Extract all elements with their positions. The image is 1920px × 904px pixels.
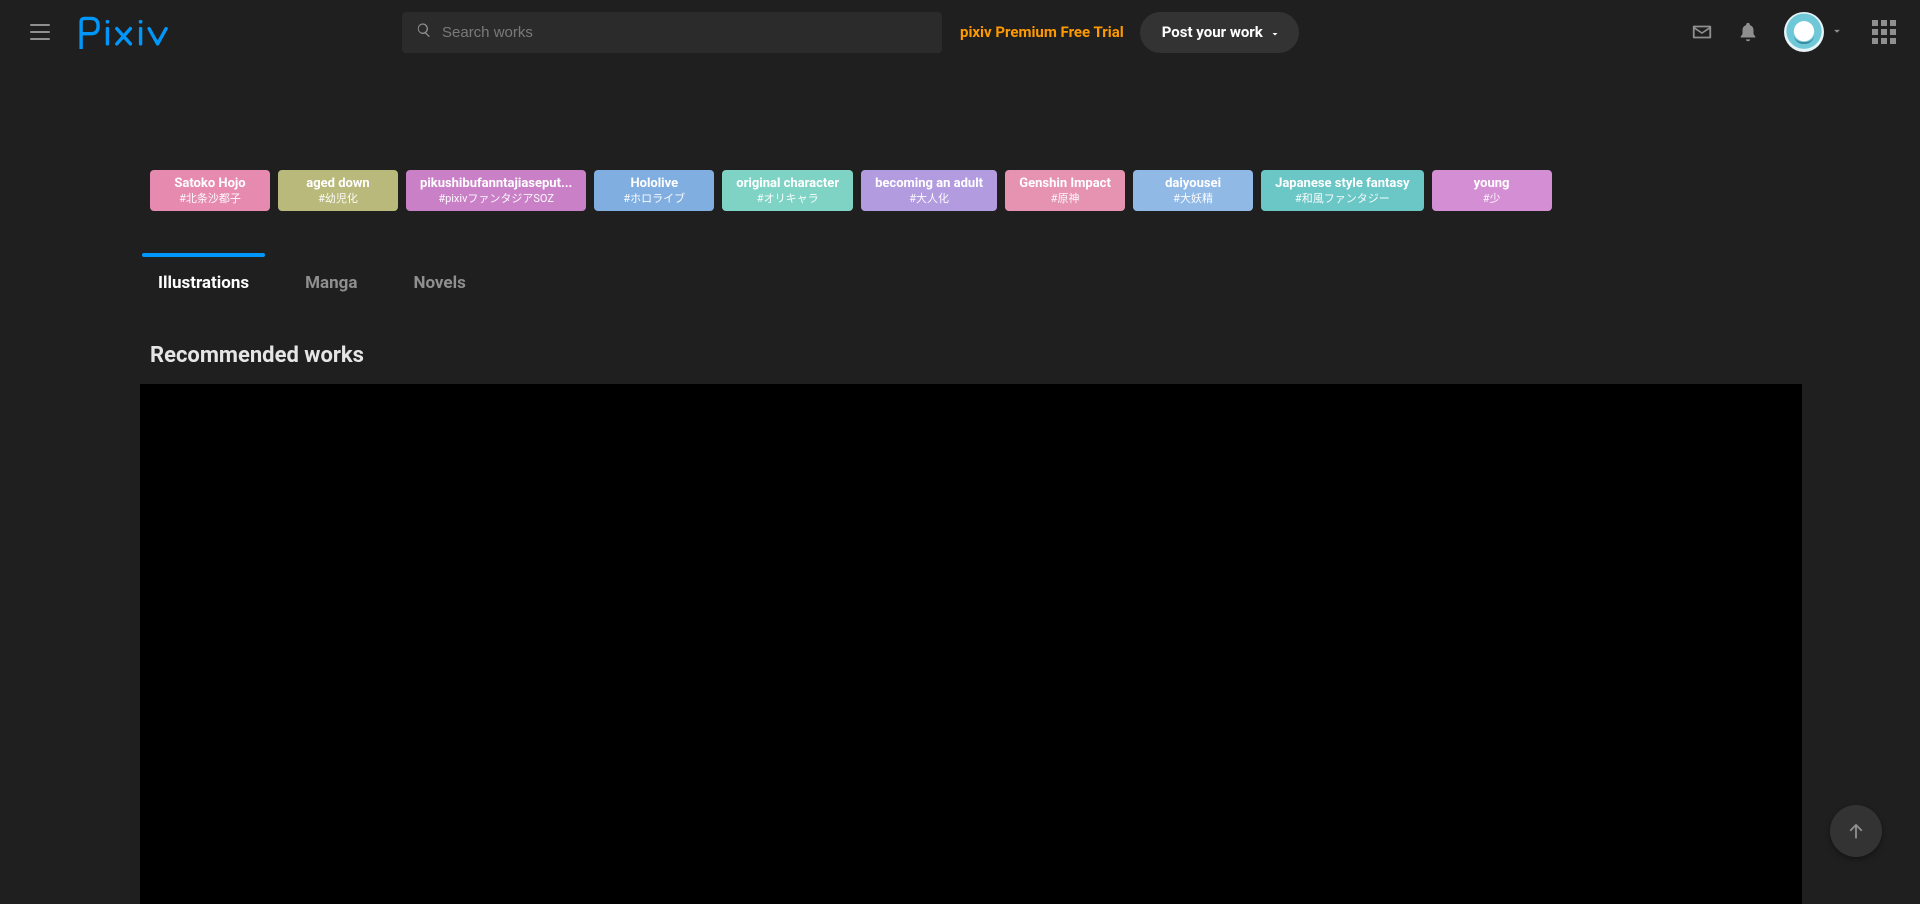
apps-grid-icon[interactable] <box>1866 14 1902 50</box>
tag-label: becoming an adult <box>875 176 983 192</box>
header-bar: pixiv Premium Free Trial Post your work <box>0 0 1920 64</box>
hamburger-menu-icon[interactable] <box>20 12 60 52</box>
chevron-down-icon <box>1830 23 1844 42</box>
scroll-to-top-button[interactable] <box>1830 805 1882 857</box>
tag-sublabel: #北条沙都子 <box>179 192 241 205</box>
tab-illustrations[interactable]: Illustrations <box>150 259 257 307</box>
tag-chip[interactable]: Genshin Impact#原神 <box>1005 170 1125 211</box>
tag-label: daiyousei <box>1165 176 1221 192</box>
tag-chip[interactable]: becoming an adult#大人化 <box>861 170 997 211</box>
tab-manga[interactable]: Manga <box>297 259 365 307</box>
tag-sublabel: #和風ファンタジー <box>1295 192 1390 205</box>
tag-sublabel: #大妖精 <box>1173 192 1213 205</box>
mail-icon[interactable] <box>1684 14 1720 50</box>
tag-chip[interactable]: young#少 <box>1432 170 1552 211</box>
tag-label: Satoko Hojo <box>174 176 245 192</box>
tag-chip[interactable]: Hololive#ホロライブ <box>594 170 714 211</box>
tag-sublabel: #原神 <box>1051 192 1080 205</box>
tag-sublabel: #ホロライブ <box>623 192 685 205</box>
tag-sublabel: #大人化 <box>909 192 949 205</box>
bell-icon[interactable] <box>1730 14 1766 50</box>
account-menu[interactable] <box>1784 12 1844 52</box>
tag-label: Hololive <box>630 176 678 192</box>
pixiv-logo[interactable] <box>76 15 178 49</box>
tag-label: aged down <box>306 176 369 192</box>
tag-label: young <box>1474 176 1510 192</box>
tab-novels[interactable]: Novels <box>405 259 473 307</box>
tag-sublabel: #オリキャラ <box>757 192 819 205</box>
recommended-works-area <box>140 384 1802 904</box>
tag-sublabel: #少 <box>1483 192 1501 205</box>
tag-chip[interactable]: original character#オリキャラ <box>722 170 853 211</box>
section-title: Recommended works <box>150 343 1920 368</box>
arrow-up-icon <box>1845 820 1867 842</box>
post-work-label: Post your work <box>1162 23 1263 41</box>
tag-carousel: Satoko Hojo#北条沙都子aged down#幼児化pikushibuf… <box>0 170 1920 211</box>
search-input[interactable] <box>442 24 928 41</box>
tag-chip[interactable]: daiyousei#大妖精 <box>1133 170 1253 211</box>
tag-label: pikushibufanntajiaseput... <box>420 176 572 192</box>
tag-chip[interactable]: Japanese style fantasy#和風ファンタジー <box>1261 170 1424 211</box>
tag-label: original character <box>736 176 839 192</box>
tag-sublabel: #pixivファンタジアSOZ <box>438 192 554 205</box>
search-bar[interactable] <box>402 12 942 53</box>
post-work-button[interactable]: Post your work <box>1140 12 1299 53</box>
tag-chip[interactable]: aged down#幼児化 <box>278 170 398 211</box>
search-icon <box>416 22 432 42</box>
tag-chip[interactable]: Satoko Hojo#北条沙都子 <box>150 170 270 211</box>
chevron-down-icon <box>1269 26 1281 38</box>
tag-sublabel: #幼児化 <box>318 192 358 205</box>
avatar <box>1784 12 1824 52</box>
tag-label: Japanese style fantasy <box>1275 176 1410 192</box>
tag-chip[interactable]: pikushibufanntajiaseput...#pixivファンタジアSO… <box>406 170 586 211</box>
premium-trial-link[interactable]: pixiv Premium Free Trial <box>960 23 1124 41</box>
content-tabs: Illustrations Manga Novels <box>150 259 1920 307</box>
tag-label: Genshin Impact <box>1019 176 1111 192</box>
main-content: Satoko Hojo#北条沙都子aged down#幼児化pikushibuf… <box>0 0 1920 904</box>
